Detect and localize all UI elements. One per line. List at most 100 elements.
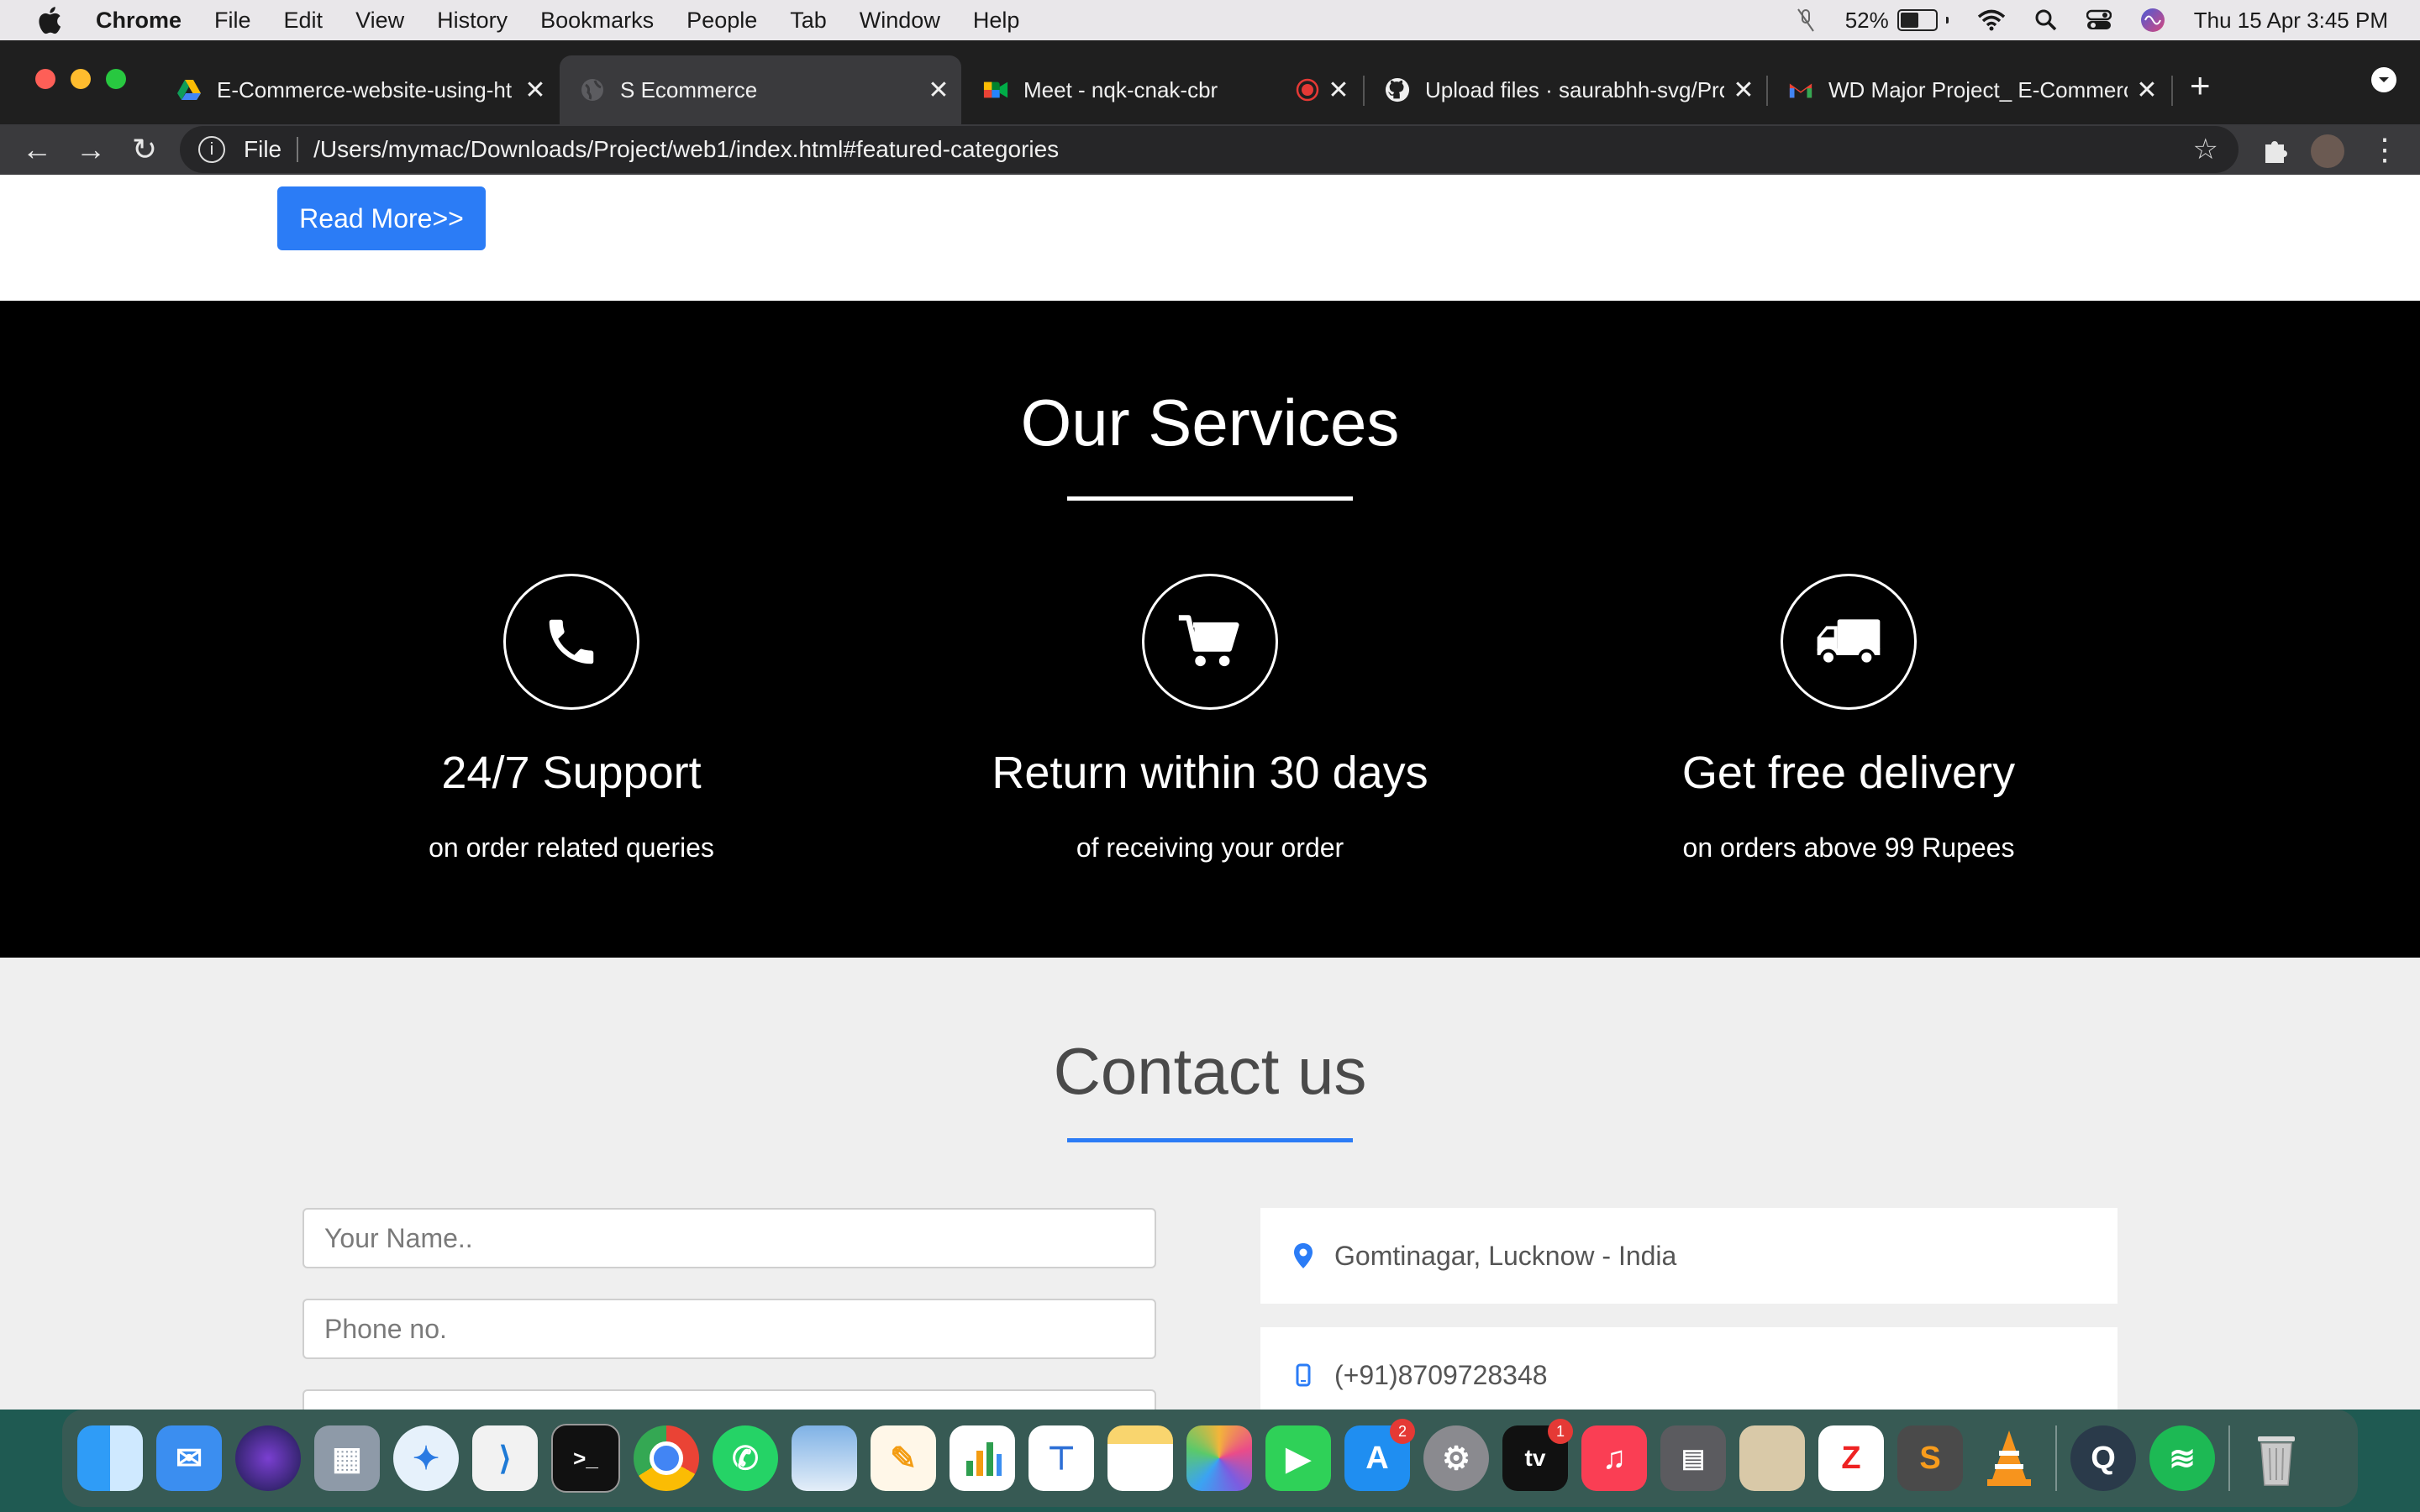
preview-icon[interactable] [792,1425,857,1491]
battery-level-fill [1900,13,1918,28]
quicktime-icon[interactable]: Q [2070,1425,2136,1491]
menu-clock[interactable]: Thu 15 Apr 3:45 PM [2194,8,2388,34]
system-preferences-icon[interactable]: ⚙ [1423,1425,1489,1491]
services-section: Our Services 24/7 Support on order relat… [0,301,2420,958]
google-drive-icon [177,80,201,100]
address-bar[interactable]: i File /Users/mymac/Downloads/Project/we… [180,126,2238,173]
bookmark-star-icon[interactable]: ☆ [2193,133,2218,166]
app-store-icon[interactable]: A 2 [1344,1419,1415,1491]
service-title: 24/7 Support [441,748,702,798]
wifi-icon[interactable] [1977,9,2006,31]
chrome-menu-button[interactable]: ⋮ [2366,131,2403,168]
menu-view[interactable]: View [355,8,404,34]
mic-muted-icon[interactable] [1795,8,1817,33]
forward-button[interactable]: → [72,131,109,168]
menu-people[interactable]: People [687,8,757,34]
tab-title: E-Commerce-website-using-ht [217,76,513,102]
menu-edit[interactable]: Edit [284,8,324,34]
tab-github-upload[interactable]: Upload files · saurabhh-svg/Pro ✕ [1365,55,1766,124]
tab-s-ecommerce[interactable]: S Ecommerce ✕ [560,55,961,124]
google-meet-icon [983,81,1008,98]
dictionary-icon[interactable] [1739,1425,1805,1491]
whatsapp-icon[interactable]: ✆ [713,1425,778,1491]
menu-file[interactable]: File [214,8,251,34]
siri-app-icon[interactable] [235,1425,301,1491]
spotify-icon[interactable]: ≋ [2149,1425,2215,1491]
photos-icon[interactable] [1186,1425,1252,1491]
name-input[interactable] [302,1208,1156,1268]
email-input[interactable] [302,1389,1156,1410]
back-button[interactable]: ← [18,131,55,168]
menu-tab[interactable]: Tab [790,8,827,34]
tab-gmail[interactable]: WD Major Project_ E-Commerc ✕ [1768,55,2170,124]
read-more-button[interactable]: Read More>> [277,186,486,250]
mail-icon[interactable]: ✉ [156,1425,222,1491]
tab-close-icon[interactable]: ✕ [1733,76,1754,105]
macos-dock: ✉ ▦ ✦ ⟩ >_ ✆ ✎ ⊤ ▶ A 2 ⚙ tv 1 ♫ ▤ Z S Q … [62,1410,2358,1507]
trash-icon[interactable] [2244,1425,2309,1491]
tab-meet[interactable]: Meet - nqk-cnak-cbr ✕ [963,55,1361,124]
zoom-window-button[interactable] [106,69,126,89]
apple-tv-icon[interactable]: tv 1 [1502,1419,1573,1491]
safari-icon[interactable]: ✦ [393,1425,459,1491]
siri-icon[interactable] [2140,8,2165,33]
macos-menu-bar: Chrome File Edit View History Bookmarks … [0,0,2420,40]
truck-icon [1817,619,1881,666]
control-center-icon[interactable] [2086,9,2112,31]
github-icon [1385,77,1410,102]
extensions-puzzle-icon[interactable] [2262,136,2291,165]
tab-search-button[interactable] [2371,67,2396,92]
recording-indicator-icon [1296,78,1319,102]
finder-icon[interactable] [77,1425,143,1491]
notes-icon[interactable] [1107,1425,1173,1491]
location-pin-icon [1294,1243,1313,1268]
photobooth-icon[interactable]: Z [1818,1425,1884,1491]
launchpad-icon[interactable]: ▦ [314,1425,380,1491]
facetime-icon[interactable]: ▶ [1265,1425,1331,1491]
service-returns: Return within 30 days of receiving your … [891,574,1529,864]
menu-help[interactable]: Help [973,8,1020,34]
browser-tab-bar: E-Commerce-website-using-ht ✕ S Ecommerc… [0,40,2420,124]
menu-window[interactable]: Window [860,8,940,34]
terminal-icon[interactable]: >_ [551,1424,620,1493]
menu-bookmarks[interactable]: Bookmarks [540,8,654,34]
close-window-button[interactable] [35,69,55,89]
calculator-icon[interactable]: ▤ [1660,1425,1726,1491]
contact-title: Contact us [1053,1034,1367,1108]
service-icon-circle [503,574,639,710]
vscode-icon[interactable]: ⟩ [472,1425,538,1491]
tab-close-icon[interactable]: ✕ [928,76,950,105]
menu-history[interactable]: History [437,8,508,34]
phone-text: (+91)8709728348 [1334,1359,1548,1390]
url-text[interactable]: /Users/mymac/Downloads/Project/web1/inde… [313,136,1059,163]
mobile-phone-icon [1296,1363,1311,1387]
tab-close-icon[interactable]: ✕ [1328,76,1349,105]
numbers-icon[interactable] [950,1425,1015,1491]
keynote-icon[interactable]: ⊤ [1028,1425,1094,1491]
minimize-window-button[interactable] [71,69,91,89]
phone-input[interactable] [302,1299,1156,1359]
menu-app-name[interactable]: Chrome [96,8,182,34]
tab-close-icon[interactable]: ✕ [2136,76,2158,105]
new-tab-button[interactable]: + [2190,66,2211,106]
spotlight-search-icon[interactable] [2034,8,2058,32]
vlc-icon[interactable] [1976,1425,2042,1491]
tab-close-icon[interactable]: ✕ [524,76,546,105]
sublime-text-icon[interactable]: S [1897,1425,1963,1491]
web-page-viewport: Read More>> Our Services 24/7 Support on… [0,175,2420,1410]
site-info-icon[interactable]: i [198,136,225,163]
tab-title: Meet - nqk-cnak-cbr [1023,76,1218,102]
service-support: 24/7 Support on order related queries [252,574,891,864]
chrome-icon[interactable] [634,1425,699,1491]
apple-logo-icon[interactable] [35,4,62,36]
tab-ecommerce-drive[interactable]: E-Commerce-website-using-ht ✕ [156,55,558,124]
music-icon[interactable]: ♫ [1581,1425,1647,1491]
service-description: on orders above 99 Rupees [1682,832,2015,863]
service-icon-circle [1781,574,1917,710]
trash-can-icon [2258,1436,2295,1486]
profile-avatar[interactable] [2311,134,2344,168]
service-title: Get free delivery [1681,748,2016,798]
reload-button[interactable]: ↻ [126,131,163,168]
pages-icon[interactable]: ✎ [871,1425,936,1491]
battery-status[interactable]: 52% [1845,8,1949,34]
